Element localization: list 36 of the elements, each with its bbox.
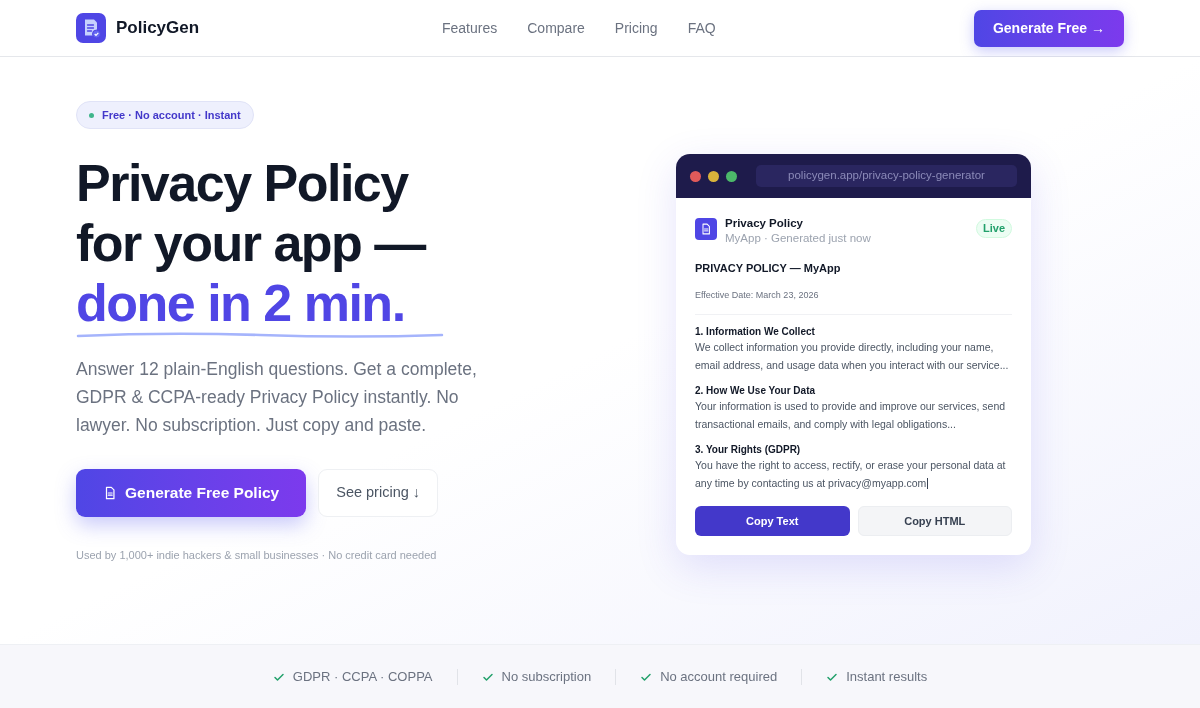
generate-free-button[interactable]: Generate Free →	[973, 9, 1124, 47]
nav-link[interactable]: Pricing	[614, 17, 658, 39]
policy-heading: PRIVACY POLICY — MyApp	[695, 261, 842, 276]
section-body: We collect information you provide directly, including your name, email address, and usage data when you interact with our service...	[695, 340, 1010, 373]
logo-icon	[76, 13, 106, 43]
generate-policy-button[interactable]: Generate Free Policy	[76, 469, 307, 517]
trust-item: Instant results	[846, 667, 928, 686]
effective-date: Effective Date: March 23, 2026	[695, 288, 820, 302]
live-badge: Live	[976, 219, 1012, 238]
doc-subtitle: MyApp · Generated just now	[725, 231, 871, 246]
underline-squiggle-icon	[76, 331, 444, 339]
url-bar: policygen.app/privacy-policy-generator	[756, 165, 1017, 187]
headline-line: Privacy Policy	[76, 153, 410, 213]
brand-name: PolicyGen	[116, 17, 200, 40]
headline-line: for your app —	[76, 213, 425, 273]
document-icon	[700, 223, 712, 235]
headline-highlight: done in 2 min.	[76, 274, 405, 332]
trust-item: No subscription	[501, 667, 592, 686]
nav-link[interactable]: FAQ	[687, 17, 716, 39]
trust-item: GDPR · CCPA · COPPA	[292, 667, 433, 686]
doc-title: Privacy Policy	[725, 216, 804, 230]
social-proof-note: Used by 1,000+ indie hackers & small businesses · No credit card needed	[76, 548, 437, 563]
section-title: 3. Your Rights (GDPR)	[695, 443, 802, 457]
hero-subtitle: Answer 12 plain-English questions. Get a complete, GDPR & CCPA-ready Privacy Policy instantly. No lawyer. No subscription. Just copy and paste.	[76, 358, 478, 437]
section-title: 1. Information We Collect	[695, 325, 816, 339]
see-pricing-button[interactable]: See pricing ↓	[318, 469, 439, 517]
nav-link[interactable]: Features	[442, 17, 498, 39]
document-icon	[103, 486, 117, 500]
trust-item: No account required	[660, 667, 778, 686]
section-body: Your information is used to provide and improve our services, send transactional emails, and comply with legal obligations...	[695, 399, 1007, 432]
nav-link[interactable]: Compare	[527, 17, 585, 39]
copy-button[interactable]: Copy Text	[695, 506, 850, 536]
copy-button[interactable]: Copy HTML	[857, 506, 1012, 536]
section-title: 2. How We Use Your Data	[695, 384, 817, 398]
section-body: You have the right to access, rectify, or erase your personal data at any time by contacting us at privacy@myapp.com	[695, 457, 1012, 492]
badge-text: Free · No account · Instant	[102, 107, 241, 123]
